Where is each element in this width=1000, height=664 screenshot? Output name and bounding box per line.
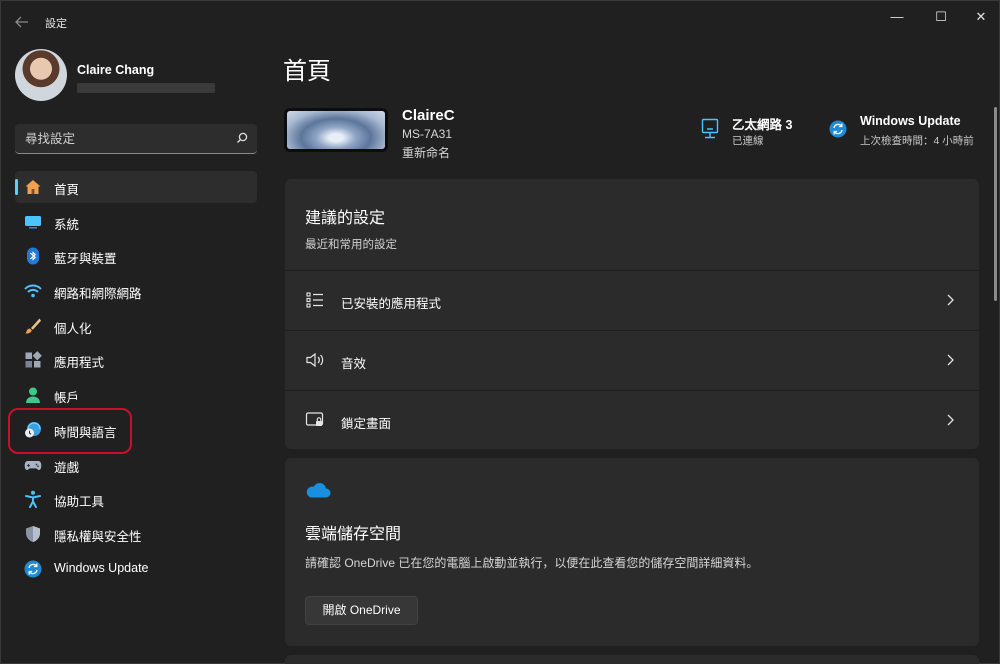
sidebar-item-label: 網路和網際網路 <box>54 287 142 302</box>
home-icon <box>25 180 41 194</box>
recommended-settings-card: 建議的設定 最近和常用的設定 已安裝的應用程式 音效 鎖定畫面 <box>285 179 979 449</box>
cloud-icon <box>306 482 331 498</box>
network-status-subtitle: 已連線 <box>732 135 764 147</box>
wallpaper-preview <box>287 111 385 149</box>
sidebar-item-apps[interactable]: 應用程式 <box>15 344 257 376</box>
search-input[interactable] <box>15 124 225 153</box>
sidebar-item-label: 應用程式 <box>54 356 105 371</box>
cloud-storage-card: 雲端儲存空間 請確認 OneDrive 已在您的電腦上啟動並執行，以便在此查看您… <box>285 458 979 646</box>
minimize-icon: — <box>890 9 904 24</box>
brush-icon <box>25 318 41 334</box>
device-name: ClaireC <box>402 107 455 124</box>
setting-row-sound[interactable]: 音效 <box>285 330 979 389</box>
sidebar-item-bluetooth[interactable]: 藍牙與裝置 <box>15 240 257 272</box>
sidebar-item-home[interactable]: 首頁 <box>15 171 257 203</box>
search-icon[interactable] <box>235 131 249 145</box>
update-status-subtitle: 上次檢查時間：4 小時前 <box>860 135 974 147</box>
setting-row-installed-apps[interactable]: 已安裝的應用程式 <box>285 270 979 329</box>
row-label: 已安裝的應用程式 <box>341 297 442 311</box>
windows-update-status-icon <box>829 120 847 138</box>
rename-link[interactable]: 重新命名 <box>402 144 450 161</box>
next-card-partial <box>285 655 979 664</box>
sidebar-item-label: 協助工具 <box>54 495 105 510</box>
card-title: 雲端儲存空間 <box>305 526 402 543</box>
installed-apps-icon <box>306 292 323 308</box>
settings-window: 設定 — ☐ ✕ Claire Chang 首頁 系統 藍牙與裝置 網路和網際網… <box>0 0 1000 664</box>
card-title: 建議的設定 <box>305 210 386 227</box>
sidebar-item-label: 個人化 <box>54 321 92 336</box>
accessibility-icon <box>25 490 41 509</box>
sidebar-item-label: 帳戶 <box>54 391 80 406</box>
page-title: 首頁 <box>283 58 331 85</box>
sidebar-nav: 首頁 系統 藍牙與裝置 網路和網際網路 個人化 應用程式 帳戶 時間與語言 遊戲… <box>15 171 257 587</box>
chevron-right-icon <box>947 414 954 426</box>
sidebar-item-label: 隱私權與安全性 <box>54 529 142 544</box>
chevron-right-icon <box>947 354 954 366</box>
shield-icon <box>26 525 40 542</box>
row-label: 音效 <box>341 357 367 371</box>
sidebar-item-accessibility[interactable]: 協助工具 <box>15 483 257 515</box>
active-indicator <box>15 179 18 195</box>
apps-icon <box>25 351 42 368</box>
sidebar-item-system[interactable]: 系統 <box>15 206 257 238</box>
close-icon: ✕ <box>975 9 987 24</box>
sidebar-item-privacy[interactable]: 隱私權與安全性 <box>15 518 257 550</box>
sidebar-item-label: 遊戲 <box>54 460 80 475</box>
account-icon <box>26 387 40 404</box>
chevron-right-icon <box>947 294 954 306</box>
highlight-annotation <box>8 408 132 454</box>
sidebar-item-windows-update[interactable]: Windows Update <box>15 553 257 585</box>
minimize-button[interactable]: — <box>879 5 915 29</box>
search-box[interactable] <box>15 124 257 154</box>
profile-email-redacted <box>77 83 215 93</box>
network-status-title[interactable]: 乙太網路 3 <box>732 114 792 133</box>
close-button[interactable]: ✕ <box>963 5 999 29</box>
title-bar: 設定 — ☐ ✕ <box>1 1 1000 41</box>
app-title: 設定 <box>45 18 67 30</box>
sidebar-item-accounts[interactable]: 帳戶 <box>15 379 257 411</box>
profile-name: Claire Chang <box>77 63 155 77</box>
update-status-title[interactable]: Windows Update <box>860 114 961 128</box>
ethernet-icon <box>701 118 719 139</box>
avatar <box>15 49 67 101</box>
row-label: 鎖定畫面 <box>341 417 392 431</box>
lock-screen-icon <box>305 412 324 426</box>
sidebar-item-personalization[interactable]: 個人化 <box>15 310 257 342</box>
windows-update-icon <box>24 560 42 578</box>
back-button[interactable] <box>11 11 33 33</box>
bluetooth-icon <box>27 247 39 265</box>
open-onedrive-button[interactable]: 開啟 OneDrive <box>305 596 418 625</box>
sidebar-item-label: 首頁 <box>54 183 80 197</box>
system-icon <box>25 215 41 229</box>
sidebar-item-label: 藍牙與裝置 <box>54 252 117 267</box>
device-thumbnail <box>284 108 388 152</box>
card-subtitle: 最近和常用的設定 <box>305 239 397 251</box>
maximize-icon: ☐ <box>935 9 947 24</box>
device-model: MS-7A31 <box>402 127 453 141</box>
sidebar-item-label: Windows Update <box>54 560 149 575</box>
back-arrow-icon <box>15 16 28 28</box>
maximize-button[interactable]: ☐ <box>923 5 959 29</box>
card-description: 請確認 OneDrive 已在您的電腦上啟動並執行，以便在此查看您的儲存空間詳細… <box>305 556 759 570</box>
speaker-icon <box>306 352 324 368</box>
gamepad-icon <box>24 460 42 470</box>
sidebar-item-label: 系統 <box>54 217 80 232</box>
wifi-icon <box>24 284 42 298</box>
scrollbar[interactable] <box>994 107 997 301</box>
sidebar-item-network[interactable]: 網路和網際網路 <box>15 275 257 307</box>
setting-row-lock-screen[interactable]: 鎖定畫面 <box>285 390 979 449</box>
